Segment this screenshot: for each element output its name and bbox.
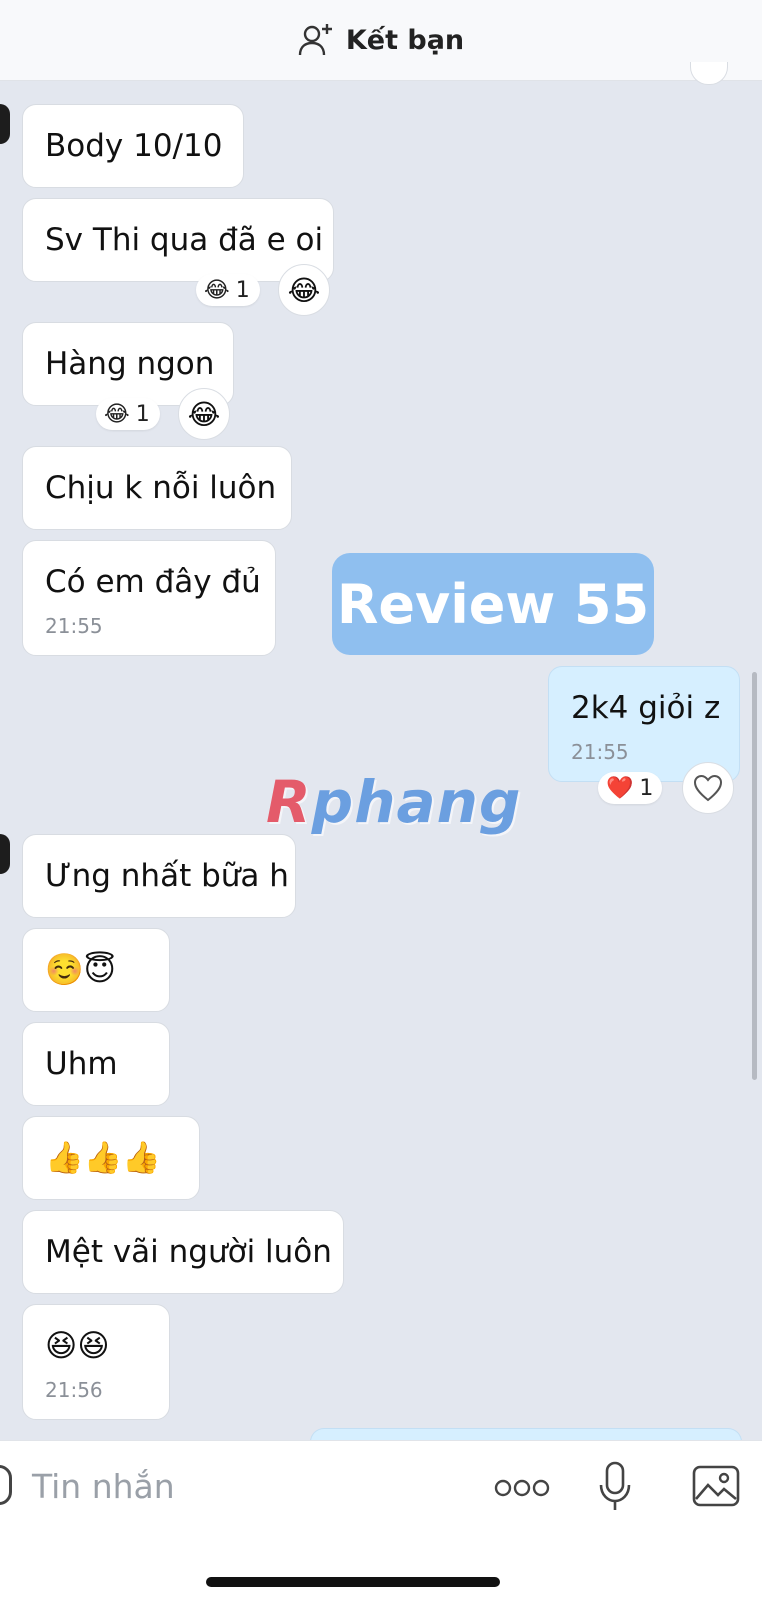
react-button[interactable]: 😂 xyxy=(178,388,230,440)
message-time: 21:55 xyxy=(45,614,103,638)
reaction-button-partial[interactable] xyxy=(690,62,728,85)
message-text: Ưng nhất bữa h xyxy=(45,858,289,894)
message-bubble[interactable]: Body 10/10 xyxy=(22,104,244,188)
image-icon[interactable] xyxy=(692,1465,740,1507)
message-composer: Tin nhắn xyxy=(0,1440,762,1601)
message-bubble[interactable]: Mệt vãi người luôn xyxy=(22,1210,344,1294)
message-bubble[interactable]: Ưng nhất bữa h xyxy=(22,834,296,918)
heart-outline-icon xyxy=(693,774,723,802)
message-bubble[interactable]: Uhm xyxy=(22,1022,170,1106)
message-text: ☺️😇 xyxy=(45,952,116,988)
react-button[interactable] xyxy=(682,762,734,814)
message-time: 21:56 xyxy=(45,1378,103,1402)
message-text: Có em đây đủ xyxy=(45,564,261,600)
message-text: Hàng ngon xyxy=(45,346,215,382)
message-bubble[interactable]: Chịu k nỗi luôn xyxy=(22,446,292,530)
add-friend-button-label[interactable]: Kết bạn xyxy=(346,25,464,56)
heart-emoji-icon: ❤️ xyxy=(606,775,634,801)
reaction-summary[interactable]: ❤️ 1 xyxy=(598,772,662,804)
message-bubble[interactable]: 👍👍👍 xyxy=(22,1116,200,1200)
add-friend-icon[interactable] xyxy=(298,22,334,58)
more-icon[interactable] xyxy=(494,1475,550,1501)
reaction-summary[interactable]: 😂 1 xyxy=(96,398,160,430)
message-text: Uhm xyxy=(45,1046,118,1082)
reaction-count: 1 xyxy=(135,401,150,427)
message-text: Mệt vãi người luôn xyxy=(45,1234,332,1270)
message-text: 😆😆 xyxy=(45,1328,110,1364)
message-bubble[interactable]: ☺️😇 xyxy=(22,928,170,1012)
avatar[interactable] xyxy=(0,834,10,874)
emoji-icon[interactable] xyxy=(0,1465,12,1505)
message-bubble[interactable]: 😆😆 21:56 xyxy=(22,1304,170,1420)
avatar[interactable] xyxy=(0,104,10,144)
message-bubble[interactable]: Có em đây đủ 21:55 xyxy=(22,540,276,656)
message-time: 21:55 xyxy=(571,740,629,764)
reaction-summary[interactable]: 😂 1 xyxy=(196,274,260,306)
laughing-emoji-icon: 😂 xyxy=(104,401,130,427)
scrollbar[interactable] xyxy=(752,672,757,1080)
message-text: 👍👍👍 xyxy=(45,1140,161,1176)
microphone-icon[interactable] xyxy=(598,1461,632,1513)
laughing-emoji-icon: 😂 xyxy=(287,273,321,307)
home-indicator xyxy=(206,1577,500,1587)
reaction-count: 1 xyxy=(639,775,654,801)
message-input[interactable]: Tin nhắn xyxy=(32,1465,175,1509)
brand-watermark: Rphang xyxy=(266,768,522,836)
laughing-emoji-icon: 😂 xyxy=(204,277,230,303)
reaction-count: 1 xyxy=(235,277,250,303)
message-text: 2k4 giỏi z xyxy=(571,690,721,726)
message-text: Body 10/10 xyxy=(45,128,223,164)
review-watermark: Review 55 xyxy=(332,553,654,655)
laughing-emoji-icon: 😂 xyxy=(187,397,221,431)
message-text: Sv Thi qua đã e oi xyxy=(45,222,324,258)
header-bar: Kết bạn xyxy=(0,0,762,81)
message-text: Chịu k nỗi luôn xyxy=(45,470,277,506)
react-button[interactable]: 😂 xyxy=(278,264,330,316)
